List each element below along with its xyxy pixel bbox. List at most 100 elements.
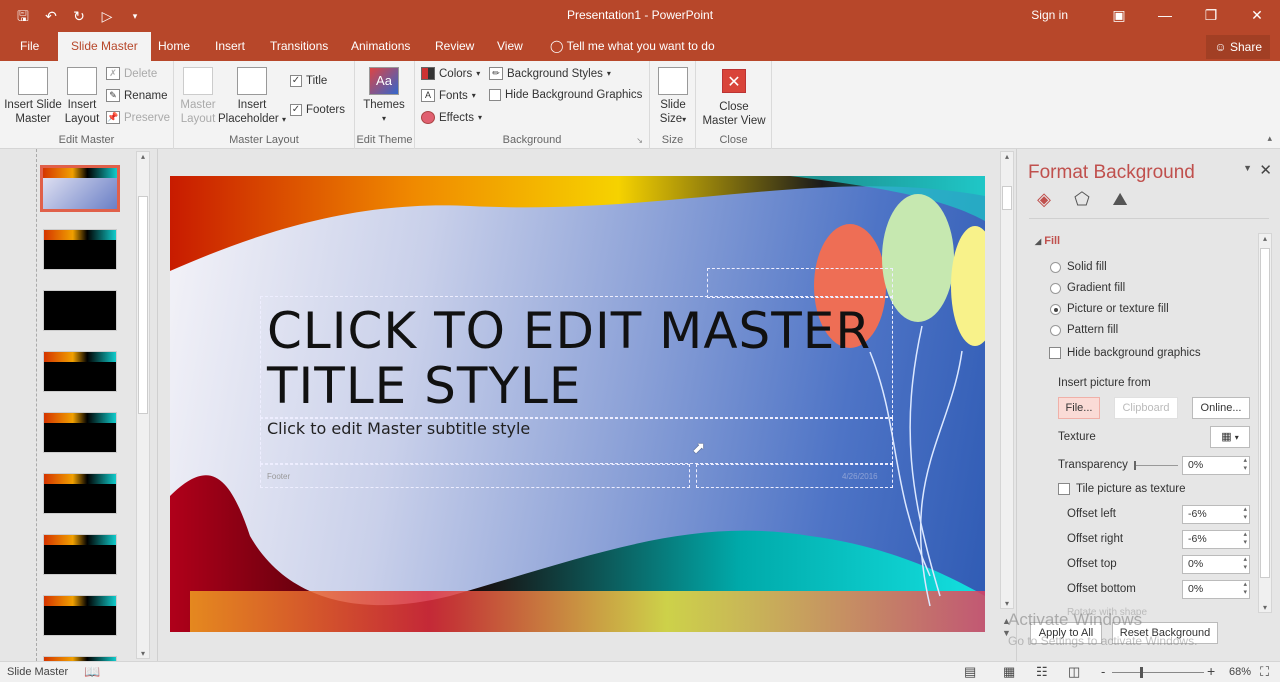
reading-view-icon[interactable]: ☷ (1036, 664, 1048, 680)
thumbnail-layout[interactable] (43, 351, 117, 392)
scroll-down-icon[interactable]: ▾ (137, 649, 149, 658)
master-subtitle[interactable]: Click to edit Master subtitle style (267, 419, 530, 438)
zoom-level[interactable]: 68% (1229, 666, 1251, 678)
apply-to-all-button[interactable]: Apply to All (1030, 622, 1102, 644)
preserve-button[interactable]: 📌 Preserve (106, 111, 170, 124)
scroll-down-icon[interactable]: ▾ (1259, 603, 1271, 612)
thumbnail-slide-master[interactable] (40, 165, 120, 212)
prev-next-slide-buttons[interactable]: ▲ ▼ (1002, 615, 1011, 639)
tab-insert[interactable]: Insert (205, 32, 255, 61)
accessibility-check-icon[interactable]: 📖 (84, 664, 100, 680)
thumbnail-layout[interactable] (43, 595, 117, 636)
offset-top-spinner[interactable]: 0% (1182, 555, 1250, 574)
collapse-ribbon-icon[interactable]: ▴ (1267, 133, 1272, 144)
group-close: ✕ Close Master View Close (696, 61, 772, 149)
zoom-slider-thumb[interactable] (1140, 667, 1143, 678)
insert-placeholder-button[interactable]: Insert Placeholder ▾ (218, 63, 286, 127)
offset-right-spinner[interactable]: -6% (1182, 530, 1250, 549)
scroll-thumb[interactable] (138, 196, 148, 414)
master-title[interactable]: CLICK TO EDIT MASTER TITLE STYLE (267, 304, 871, 414)
fonts-button[interactable]: A Fonts ▾ (421, 89, 476, 102)
thumbnails-scrollbar[interactable]: ▴ ▾ (136, 151, 150, 659)
title-checkbox[interactable]: ✓ Title (290, 75, 327, 87)
pane-close-icon[interactable]: ✕ (1259, 161, 1272, 179)
zoom-out-button[interactable]: - (1101, 664, 1105, 679)
date-text[interactable]: 4/26/2016 (842, 472, 878, 481)
dialog-launcher-icon[interactable]: ↘ (636, 136, 643, 145)
tab-transitions[interactable]: Transitions (260, 32, 338, 61)
footers-checkbox[interactable]: ✓ Footers (290, 104, 345, 116)
share-button[interactable]: ☺ Share (1206, 35, 1270, 59)
colors-button[interactable]: Colors ▾ (421, 67, 480, 80)
offset-left-spinner[interactable]: -6% (1182, 505, 1250, 524)
insert-slide-master-button[interactable]: Insert Slide Master (4, 63, 62, 126)
thumbnail-layout[interactable] (43, 229, 117, 270)
master-layout-button[interactable]: Master Layout (178, 63, 218, 126)
footer-placeholder[interactable] (260, 464, 690, 488)
tab-file[interactable]: File (10, 32, 49, 61)
pane-options-icon[interactable]: ▼ (1243, 163, 1252, 173)
file-button[interactable]: File... (1058, 397, 1100, 419)
thumbnail-layout[interactable] (43, 412, 117, 453)
sign-in-link[interactable]: Sign in (1031, 8, 1068, 22)
slideshow-icon[interactable]: ◫ (1068, 664, 1080, 680)
thumbnail-layout[interactable] (43, 290, 117, 331)
scroll-down-icon[interactable]: ▾ (1001, 599, 1013, 608)
themes-button[interactable]: Aa Themes ▾ (361, 63, 407, 126)
slider-thumb[interactable] (1134, 461, 1136, 470)
scroll-up-icon[interactable]: ▴ (137, 152, 149, 161)
canvas-scrollbar[interactable]: ▴ ▾ (1000, 151, 1014, 609)
scroll-thumb[interactable] (1260, 248, 1270, 578)
tell-me-search[interactable]: ◯ Tell me what you want to do (540, 32, 725, 61)
thumbnail-layout[interactable] (43, 473, 117, 514)
scroll-up-icon[interactable]: ▴ (1001, 152, 1013, 161)
texture-picker[interactable]: ▦ ▾ (1210, 426, 1250, 448)
tab-home[interactable]: Home (148, 32, 200, 61)
pane-scrollbar[interactable]: ▴ ▾ (1258, 233, 1272, 613)
footer-text[interactable]: Footer (267, 472, 290, 481)
placeholder-box[interactable] (707, 268, 893, 298)
close-master-view-button[interactable]: ✕ Close Master View (698, 63, 770, 128)
effects-pentagon-icon[interactable]: ⬠ (1071, 189, 1093, 210)
fill-section-header[interactable]: ◢ Fill (1035, 235, 1060, 247)
zoom-slider[interactable] (1112, 667, 1204, 678)
gradient-fill-radio[interactable]: Gradient fill (1050, 282, 1125, 294)
scroll-up-icon[interactable]: ▴ (1259, 234, 1271, 243)
tile-picture-checkbox[interactable]: Tile picture as texture (1058, 483, 1186, 495)
normal-view-icon[interactable]: ▤ (964, 664, 976, 680)
close-icon[interactable]: ✕ (1234, 7, 1280, 24)
minimize-icon[interactable]: — (1142, 7, 1188, 23)
scroll-thumb[interactable] (1002, 186, 1012, 210)
picture-icon[interactable]: ⛰ (1109, 189, 1131, 210)
transparency-spinner[interactable]: 0% (1182, 456, 1250, 475)
picture-texture-fill-radio[interactable]: Picture or texture fill (1050, 303, 1169, 315)
thumbnail-layout[interactable] (43, 534, 117, 575)
insert-layout-button[interactable]: Insert Layout (64, 63, 100, 126)
hide-background-graphics-checkbox[interactable]: Hide Background Graphics (489, 89, 642, 101)
tab-review[interactable]: Review (425, 32, 484, 61)
tab-animations[interactable]: Animations (341, 32, 420, 61)
reset-background-button[interactable]: Reset Background (1112, 622, 1218, 644)
slide-master-canvas[interactable]: CLICK TO EDIT MASTER TITLE STYLE Click t… (170, 176, 985, 632)
clipboard-button[interactable]: Clipboard (1114, 397, 1178, 419)
delete-button[interactable]: ✗ Delete (106, 67, 157, 80)
tab-view[interactable]: View (487, 32, 533, 61)
rename-button[interactable]: ✎ Rename (106, 89, 167, 102)
background-styles-button[interactable]: ✏ Background Styles ▾ (489, 67, 611, 80)
online-button[interactable]: Online... (1192, 397, 1250, 419)
transparency-slider[interactable] (1134, 461, 1178, 470)
slide-size-button[interactable]: Slide Size▾ (654, 63, 692, 127)
hide-background-graphics-checkbox[interactable]: Hide background graphics (1049, 347, 1201, 359)
pattern-fill-radio[interactable]: Pattern fill (1050, 324, 1118, 336)
ribbon-display-options-icon[interactable]: ▣ (1096, 7, 1142, 24)
rotate-with-shape-checkbox[interactable]: Rotate with shape (1067, 607, 1147, 618)
effects-button[interactable]: Effects ▾ (421, 111, 482, 124)
offset-bottom-spinner[interactable]: 0% (1182, 580, 1250, 599)
tab-slide-master[interactable]: Slide Master (58, 32, 151, 61)
restore-icon[interactable]: ❐ (1188, 7, 1234, 24)
solid-fill-radio[interactable]: Solid fill (1050, 261, 1107, 273)
fit-to-window-icon[interactable]: ⛶ (1260, 664, 1269, 680)
zoom-in-button[interactable]: + (1207, 663, 1215, 679)
fill-bucket-icon[interactable]: ◈ (1033, 189, 1055, 210)
slide-sorter-icon[interactable]: ▦ (1003, 664, 1015, 680)
